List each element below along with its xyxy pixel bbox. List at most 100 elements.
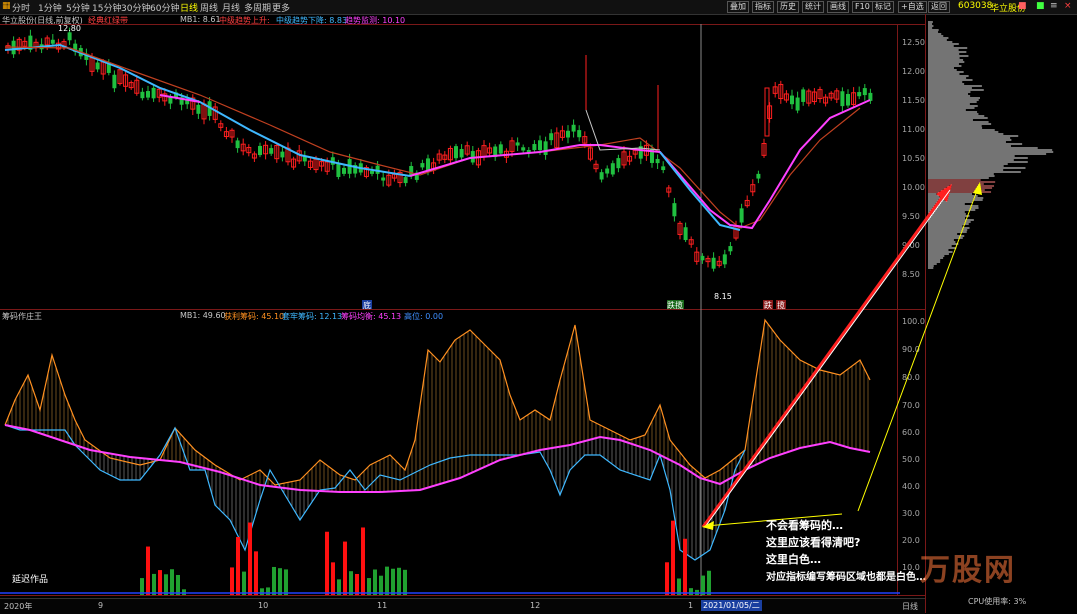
candle-body (269, 148, 274, 154)
candle-body (739, 208, 744, 223)
volume-bar (373, 569, 377, 595)
date-label: 12 (530, 601, 541, 610)
candle-body (454, 146, 458, 159)
volume-bar (152, 573, 156, 595)
candle-body (146, 91, 150, 98)
candle-body (280, 151, 285, 158)
volume-bar (331, 562, 335, 595)
annotation-line: 这里应该看得清吧? (766, 536, 861, 549)
volume-bar (248, 522, 252, 595)
candle-body (336, 163, 341, 177)
volume-bar (176, 574, 180, 595)
date-axis: 2020年 9 10 11 12 1 2021/01/05/二 (0, 598, 925, 614)
date-label: 9 (98, 601, 104, 610)
volume-bar (284, 569, 288, 595)
candle-body (711, 257, 716, 269)
candle-body (515, 142, 520, 146)
candle-body (95, 62, 100, 70)
volume-bar (355, 573, 359, 595)
volume-bar (361, 527, 365, 595)
candle-body (661, 166, 666, 171)
volume-bar (146, 546, 150, 595)
volume-bar (683, 538, 687, 595)
candle-body (498, 144, 503, 154)
trend-lines (4, 43, 871, 231)
candle-body (459, 149, 464, 158)
volume-bar (272, 566, 276, 595)
candle-body (700, 255, 705, 261)
trend-monitor-line (409, 99, 871, 230)
candle-body (151, 87, 156, 99)
volume-bar (158, 570, 162, 595)
candle-body (795, 97, 800, 111)
candle-body (577, 130, 582, 138)
candle-body (196, 104, 201, 114)
candle-body (862, 88, 867, 96)
volume-bar (242, 571, 246, 595)
candle-body (235, 140, 240, 149)
candle-body (521, 147, 526, 151)
volume-bar (170, 569, 174, 595)
low-price-mark: 8.15 (714, 292, 732, 301)
volume-bar (689, 588, 693, 595)
status-period: 日线 (902, 602, 918, 611)
candle-body (67, 32, 72, 41)
red-arrow-head (936, 184, 952, 202)
candle-body (140, 91, 145, 99)
signal-bottom: 底 (363, 301, 371, 310)
candle-body (610, 163, 615, 175)
annotation-line: 对应指标编写筹码区域也都是白色… (766, 572, 926, 583)
signal-drop-buy: 跌揽 (667, 301, 683, 310)
volume-bar (236, 537, 240, 595)
annotation-line: 这里白色… (766, 553, 821, 566)
volume-bar (707, 570, 711, 595)
volume-bar (665, 562, 669, 595)
cpu-usage: CPU使用率: 3% (968, 597, 1027, 606)
crosshair-date: 2021/01/05/二 (701, 600, 762, 611)
volume-bar (403, 569, 407, 595)
candle-body (672, 203, 677, 217)
red-arrow (701, 195, 945, 528)
high-price-mark: 12.80 (58, 24, 81, 33)
date-label: 11 (377, 601, 388, 610)
volume-bar (385, 566, 389, 595)
volume-bar (266, 587, 270, 595)
sub-chart-drawing (4, 318, 871, 561)
candle-body (605, 168, 610, 174)
volume-bar (343, 541, 347, 595)
volume-bar (278, 568, 282, 595)
candle-body (566, 130, 570, 138)
candle-body (801, 89, 806, 102)
yellow-arrow (857, 187, 979, 512)
candle-body (381, 177, 386, 181)
candles (5, 27, 873, 272)
date-label: 2020年 (4, 602, 33, 611)
date-label: 10 (258, 601, 269, 610)
stock-chart-canvas[interactable] (0, 0, 1077, 613)
candle-body (840, 91, 845, 107)
candle-body (549, 133, 554, 141)
watermark: 万股网 (920, 553, 1016, 588)
signal-buy: 揽 (777, 301, 785, 310)
candle-body (571, 124, 576, 132)
white-arrow-line (704, 189, 951, 528)
candle-body (790, 95, 794, 105)
signal-drop: 跌 (764, 301, 772, 310)
date-label: 1 (688, 601, 694, 610)
candle-body (403, 177, 408, 184)
volume-bar (701, 575, 705, 595)
volume-bar (349, 571, 353, 595)
candle-body (616, 158, 621, 169)
chip-distribution (928, 21, 1054, 269)
volume-bar (182, 589, 186, 595)
candle-body (857, 92, 862, 97)
candle-body (50, 39, 55, 44)
candle-body (543, 141, 548, 155)
candle-body (532, 144, 537, 151)
volume-bar (254, 551, 258, 595)
volume-bars (0, 520, 900, 595)
volume-bar (391, 568, 395, 595)
candle-body (420, 163, 425, 168)
annotation-line: 不会看筹码的… (766, 519, 843, 532)
candle-body (683, 227, 688, 241)
